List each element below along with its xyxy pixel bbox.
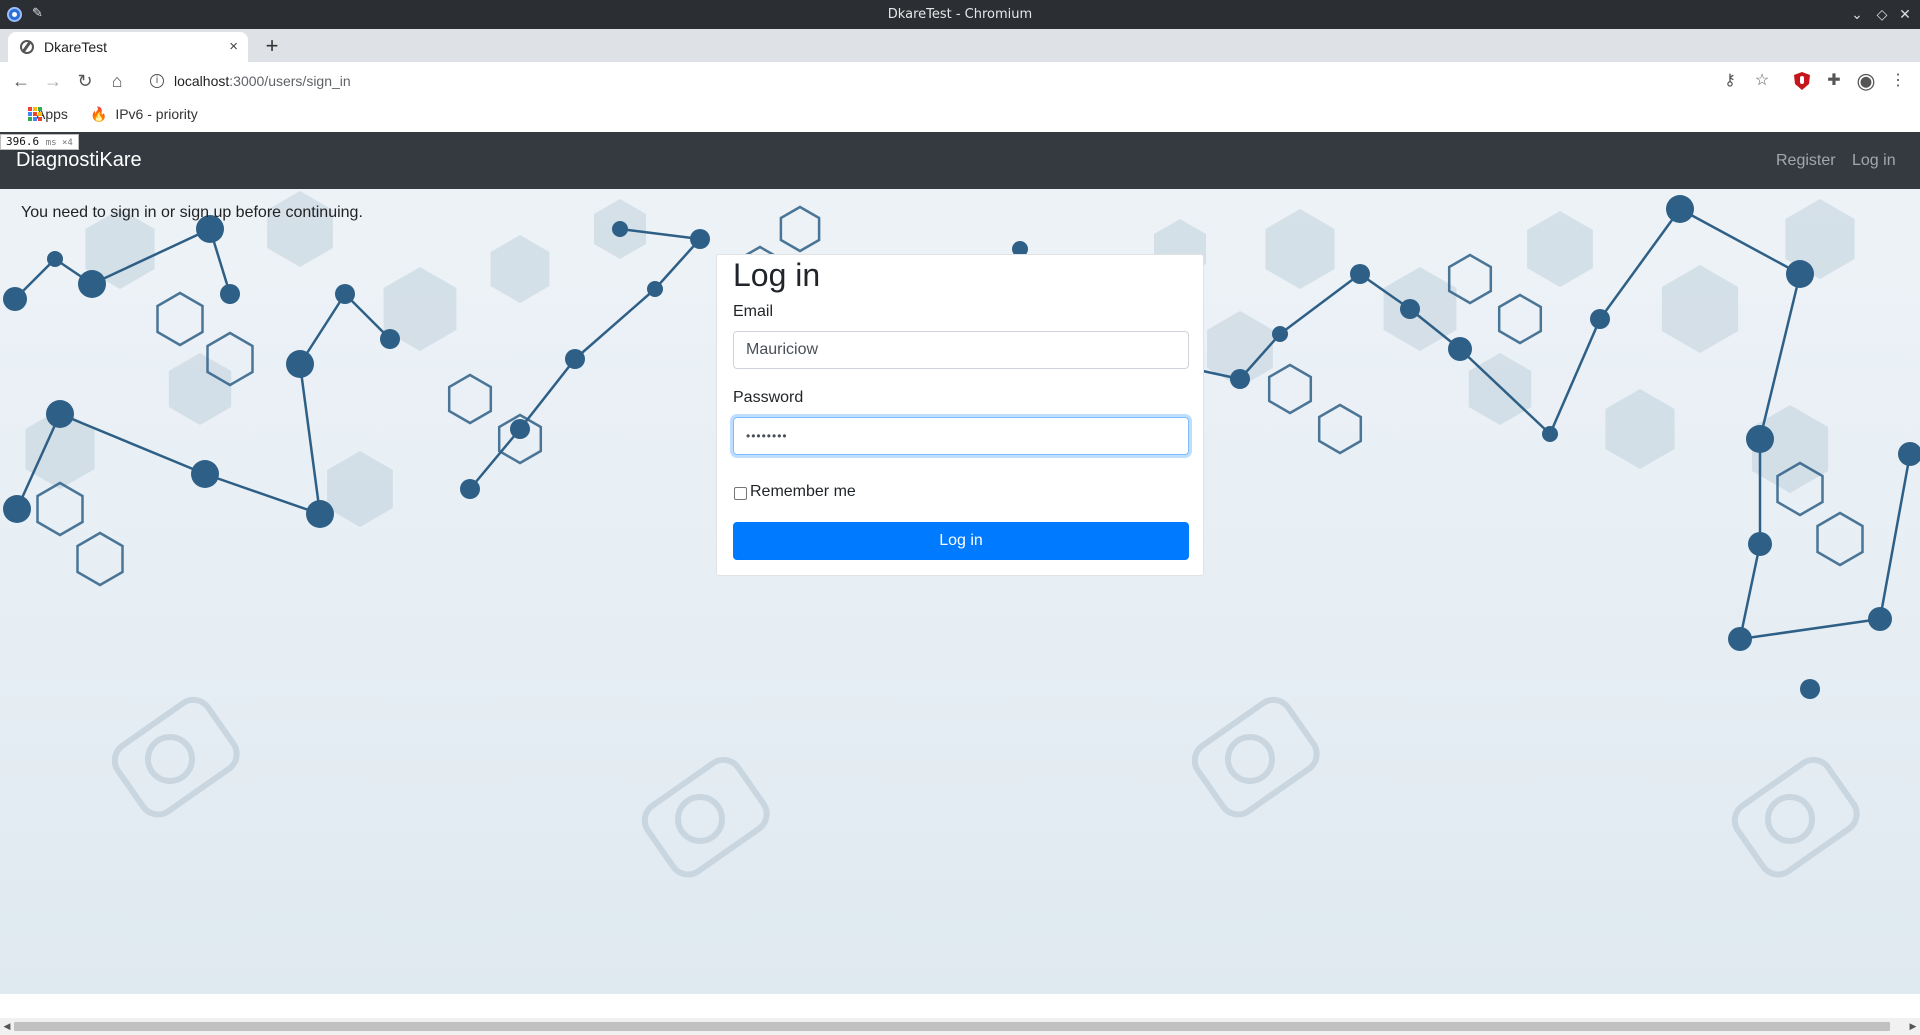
profile-icon[interactable]: ◉ (1852, 66, 1880, 96)
remember-me-checkbox[interactable] (734, 487, 747, 500)
tab-title: DkareTest (44, 39, 108, 55)
bookmark-fire-icon: 🔥 (90, 106, 108, 122)
horizontal-scrollbar[interactable]: ◀ ▶ (0, 1018, 1920, 1035)
password-label: Password (733, 389, 804, 406)
tab-strip: DkareTest × + (0, 29, 1920, 62)
site-info-icon[interactable]: i (150, 74, 164, 88)
bookmark-star-icon[interactable]: ☆ (1748, 66, 1776, 96)
password-field[interactable]: •••••••• (733, 417, 1189, 455)
page-favicon-icon (20, 40, 34, 54)
url-path: :3000/users/sign_in (229, 73, 351, 89)
close-window-icon[interactable]: ✕ (1894, 0, 1916, 29)
address-bar[interactable]: i localhost:3000/users/sign_in (140, 66, 1740, 96)
tab-dkaretest[interactable]: DkareTest × (8, 32, 248, 62)
home-icon[interactable]: ⌂ (102, 66, 132, 96)
flash-message: You need to sign in or sign up before co… (21, 204, 363, 221)
page-title: Log in (733, 257, 821, 293)
browser-menu-icon[interactable]: ⋮ (1884, 66, 1912, 96)
login-card: Log in Email Mauriciow Password ••••••••… (716, 254, 1204, 576)
scroll-right-arrow-icon[interactable]: ▶ (1906, 1018, 1920, 1035)
perf-overlay: 396.6 ms ×4 (0, 134, 79, 150)
extensions-icon[interactable]: ✚ (1820, 66, 1848, 96)
apps-grid-icon (28, 107, 42, 121)
window-titlebar: ✎ DkareTest - Chromium ⌄ ◇ ✕ (0, 0, 1920, 29)
bookmark-ipv6-priority[interactable]: 🔥 IPv6 - priority (90, 100, 198, 128)
nav-register-link[interactable]: Register (1776, 132, 1836, 189)
forward-icon[interactable]: → (38, 66, 68, 96)
tab-close-icon[interactable]: × (229, 32, 238, 62)
nav-login-link[interactable]: Log in (1852, 132, 1896, 189)
browser-toolbar: ← → ↻ ⌂ i localhost:3000/users/sign_in ⚷… (0, 62, 1920, 100)
url-host: localhost (174, 73, 230, 89)
perf-value: 396.6 (6, 135, 40, 148)
window-title: DkareTest - Chromium (887, 7, 1033, 22)
email-label: Email (733, 303, 774, 320)
bookmarks-bar: Apps 🔥 IPv6 - priority (0, 100, 1920, 132)
bookmark-apps[interactable]: Apps (14, 100, 68, 128)
email-field[interactable]: Mauriciow (733, 331, 1189, 369)
remember-me-label[interactable]: Remember me (750, 483, 856, 501)
minimize-icon[interactable]: ⌄ (1846, 0, 1868, 29)
back-icon[interactable]: ← (6, 66, 36, 96)
scrollbar-thumb[interactable] (14, 1022, 1890, 1031)
new-tab-button[interactable]: + (258, 32, 286, 60)
url-text[interactable]: localhost:3000/users/sign_in (174, 66, 351, 96)
site-navbar: DiagnostiKare Register Log in (0, 132, 1920, 189)
bookmark-ipv6-label: IPv6 - priority (115, 106, 198, 122)
scroll-left-arrow-icon[interactable]: ◀ (0, 1018, 14, 1035)
login-submit-button[interactable]: Log in (733, 522, 1189, 560)
page-viewport: DiagnostiKare Register Log in You need t… (0, 132, 1920, 994)
perf-unit: ms ×4 (45, 138, 73, 148)
maximize-icon[interactable]: ◇ (1871, 0, 1893, 29)
key-icon[interactable]: ⚷ (1716, 66, 1744, 96)
reload-icon[interactable]: ↻ (70, 66, 100, 96)
ublock-extension-icon[interactable] (1788, 66, 1816, 96)
